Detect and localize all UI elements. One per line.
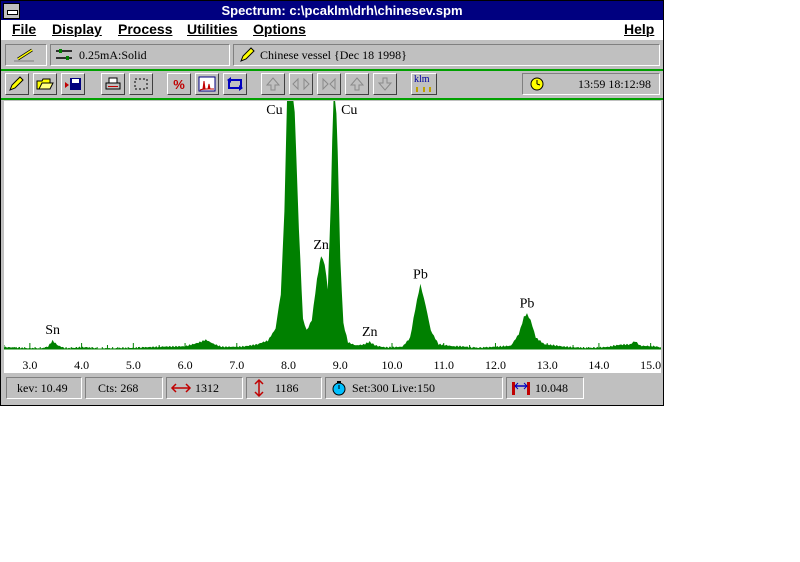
cycle-icon [227,77,243,91]
menu-options[interactable]: Options [253,21,306,37]
menu-process[interactable]: Process [118,21,172,37]
peak-label-cu: Cu [266,103,282,118]
x-tick-label: 9.0 [333,358,348,372]
spectrum-icon [198,76,216,92]
range-marker-icon [512,382,530,395]
refresh-button[interactable] [223,73,247,95]
x-tick-label: 4.0 [74,358,89,372]
height-text: 1186 [275,381,299,395]
menu-file[interactable]: File [12,21,36,37]
spectrum-window: Spectrum: c:\pcaklm\drh\chinesev.spm Fil… [0,0,664,406]
pencil-icon [14,48,34,62]
kev-readout: kev: 10.49 [6,377,82,399]
x-tick-label: 3.0 [22,358,37,372]
menu-utilities[interactable]: Utilities [187,21,238,37]
beam-setting-field[interactable]: 0.25mA:Solid [50,44,230,66]
save-button[interactable] [61,73,85,95]
sample-name-field[interactable]: Chinese vessel {Dec 18 1998} [233,44,660,66]
sliders-icon [56,49,72,60]
edit-button[interactable] [5,73,29,95]
shift-down-button[interactable] [373,73,397,95]
width-readout: 1312 [166,377,243,399]
menu-bar: File Display Process Utilities Options H… [1,20,663,40]
separator-line [1,98,663,100]
x-tick-label: 6.0 [178,358,193,372]
open-button[interactable] [33,73,57,95]
arrow-up-icon [349,77,365,91]
printer-icon [105,77,121,90]
peak-label-zn: Zn [313,238,329,253]
menu-help[interactable]: Help [624,21,654,37]
clock-display: 13:59 18:12:98 [522,73,660,95]
toolbar: % klm 13:59 18:12:98 [1,71,663,98]
peak-label-pb: Pb [520,296,535,311]
menu-display[interactable]: Display [52,21,102,37]
marquee-icon [134,78,148,90]
pencil-icon [240,47,255,62]
counts-readout: Cts: 268 [85,377,163,399]
x-tick-label: 14.0 [588,358,609,372]
arrows-contract-icon [322,77,336,91]
klm-label: klm [414,74,430,85]
beam-setting-label: 0.25mA:Solid [79,48,147,62]
info-bar: 0.25mA:Solid Chinese vessel {Dec 18 1998… [1,41,663,69]
stopwatch-icon [332,381,346,396]
horizontal-arrows-icon [170,383,192,393]
width-text: 1312 [195,381,219,395]
x-tick-label: 12.0 [485,358,506,372]
print-button[interactable] [101,73,125,95]
expand-button[interactable] [289,73,313,95]
range-readout: 10.048 [506,377,584,399]
range-text: 10.048 [535,381,568,395]
kev-text: kev: 10.49 [17,381,68,395]
counts-text: Cts: 268 [98,381,139,395]
x-tick-label: 13.0 [537,358,558,372]
arrow-up-icon [265,77,281,91]
time-text: 13:59 18:12:98 [577,77,651,91]
pencil-icon [9,76,24,91]
clock-icon [530,77,544,91]
x-tick-label: 11.0 [433,358,454,372]
system-menu-button[interactable] [3,3,20,19]
beam-tool-button[interactable] [5,44,47,66]
scale-up-button[interactable] [261,73,285,95]
minus-icon [7,10,18,15]
arrows-expand-icon [292,77,310,91]
acquisition-readout: Set:300 Live:150 [325,377,503,399]
x-tick-label: 8.0 [281,358,296,372]
set-live-text: Set:300 Live:150 [352,381,435,395]
x-tick-label: 7.0 [229,358,244,372]
shift-up-button[interactable] [345,73,369,95]
peak-label-zn: Zn [362,325,378,340]
folder-open-icon [36,78,54,90]
x-tick-label: 10.0 [381,358,402,372]
x-tick-label: 15.0 [640,358,661,372]
peak-label-sn: Sn [45,323,60,338]
spectrum-chart[interactable]: 3.0 4.0 5.0 6.0 7.0 8.0 9.0 10.0 11.0 12.0 13.0 14.… [3,101,662,373]
title-bar: Spectrum: c:\pcaklm\drh\chinesev.spm [1,1,663,20]
sample-name-label: Chinese vessel {Dec 18 1998} [260,48,407,62]
x-tick-label: 5.0 [126,358,141,372]
region-button[interactable] [129,73,153,95]
window-title: Spectrum: c:\pcaklm\drh\chinesev.spm [221,3,463,18]
klm-markers-button[interactable]: klm [411,73,437,95]
spectrum-plot[interactable]: 3.0 4.0 5.0 6.0 7.0 8.0 9.0 10.0 11.0 12.0 13.0 14.… [3,101,662,373]
vertical-arrows-icon [254,378,264,398]
peak-id-button[interactable] [195,73,219,95]
peak-label-cu: Cu [341,103,357,118]
contract-button[interactable] [317,73,341,95]
height-readout: 1186 [246,377,322,399]
save-icon [65,78,81,90]
peak-label-pb: Pb [413,268,428,283]
spectrum-area [4,101,661,349]
klm-icon: klm [413,74,435,93]
percent-button[interactable]: % [167,73,191,95]
arrow-down-icon [377,77,393,91]
